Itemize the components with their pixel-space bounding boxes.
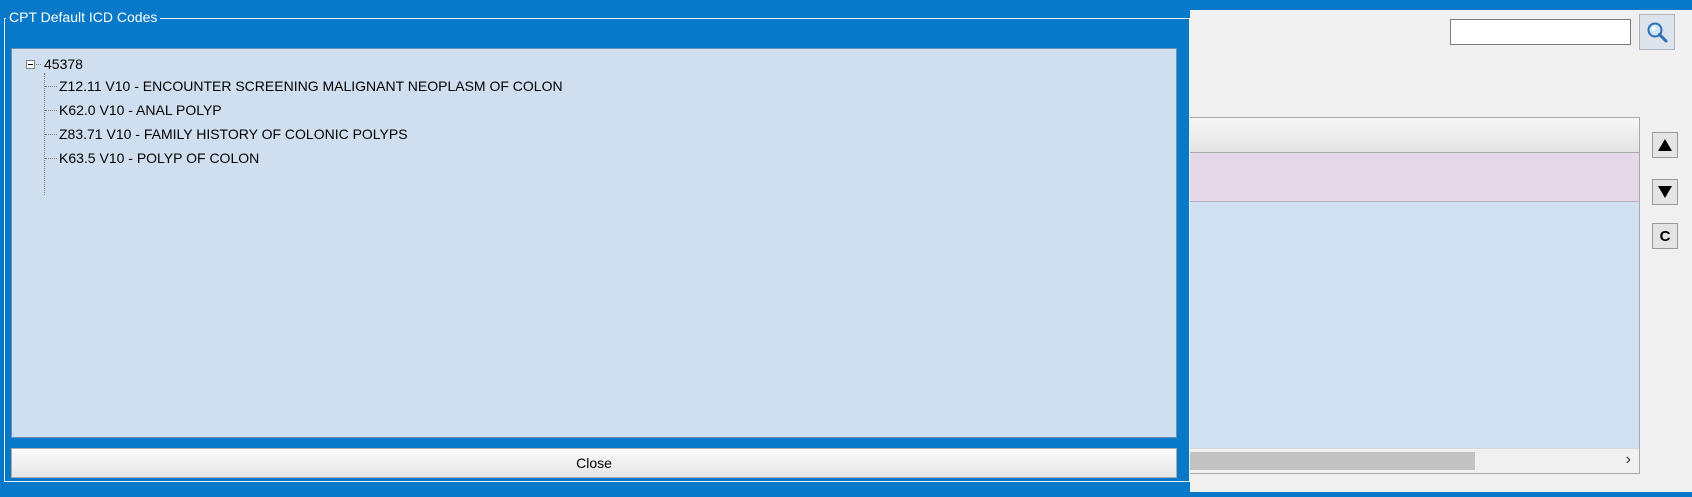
search-input[interactable] [1450, 19, 1631, 45]
tree-node[interactable]: K63.5 V10 - POLYP OF COLON [45, 149, 259, 167]
table-row[interactable] [1190, 177, 1639, 202]
tree-node[interactable]: Z83.71 V10 - FAMILY HISTORY OF COLONIC P… [45, 125, 408, 143]
chevron-right-icon[interactable]: › [1626, 451, 1631, 469]
tree-connector [36, 63, 41, 65]
search-button[interactable] [1639, 14, 1675, 50]
arrow-down-icon [1658, 186, 1672, 198]
move-up-button[interactable] [1652, 132, 1678, 158]
tree-connector [45, 133, 57, 135]
close-button-label: Close [576, 455, 612, 471]
tree-node-label: K62.0 V10 - ANAL POLYP [59, 102, 222, 118]
horizontal-scrollbar[interactable]: › [1190, 448, 1639, 473]
group-title: CPT Default ICD Codes [6, 9, 161, 25]
tree-connector [45, 109, 57, 111]
close-button[interactable]: Close [11, 448, 1177, 478]
clear-button-label: C [1659, 227, 1671, 245]
tree-node-label: Z12.11 V10 - ENCOUNTER SCREENING MALIGNA… [59, 78, 563, 94]
icd-code-tree[interactable]: 45378 Z12.11 V10 - ENCOUNTER SCREENING M… [11, 48, 1177, 438]
clear-button[interactable]: C [1652, 223, 1678, 249]
data-grid[interactable]: › [1190, 117, 1640, 474]
tree-connector [45, 85, 57, 87]
tree-node[interactable]: Z12.11 V10 - ENCOUNTER SCREENING MALIGNA… [45, 77, 563, 95]
search-icon [1647, 22, 1668, 43]
table-row[interactable] [1190, 153, 1639, 178]
arrow-up-icon [1658, 139, 1672, 151]
tree-root-label: 45378 [44, 56, 83, 72]
grid-header [1190, 118, 1639, 153]
cpt-default-icd-codes-group: CPT Default ICD Codes 45378 Z12.11 V10 -… [0, 8, 1190, 482]
tree-root-node[interactable]: 45378 [26, 55, 83, 73]
move-down-button[interactable] [1652, 179, 1678, 205]
tree-node-label: Z83.71 V10 - FAMILY HISTORY OF COLONIC P… [59, 126, 408, 142]
scrollbar-thumb[interactable] [1190, 452, 1475, 470]
collapse-icon[interactable] [26, 59, 35, 69]
tree-node-label: K63.5 V10 - POLYP OF COLON [59, 150, 260, 166]
tree-connector [45, 157, 57, 159]
tree-node[interactable]: K62.0 V10 - ANAL POLYP [45, 101, 222, 119]
